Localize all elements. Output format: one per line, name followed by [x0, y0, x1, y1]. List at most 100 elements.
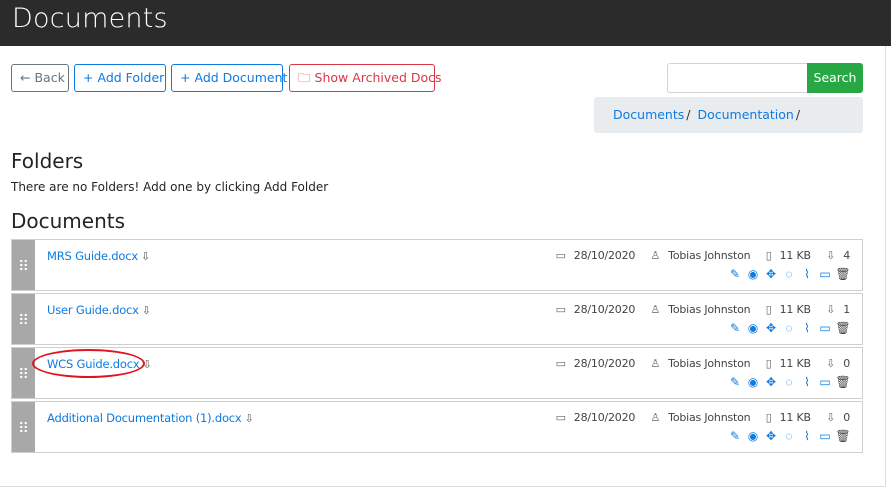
calendar-icon: ▭: [555, 249, 566, 262]
plus-icon: +: [83, 70, 94, 85]
document-link[interactable]: User Guide.docx ⇩: [47, 303, 151, 317]
document-link[interactable]: WCS Guide.docx ⇩: [47, 357, 152, 371]
arrow-left-icon: ←: [20, 70, 31, 85]
paperclip-icon[interactable]: ⌇: [798, 321, 816, 335]
search-input[interactable]: [667, 63, 808, 93]
document-name[interactable]: MRS Guide.docx: [47, 249, 138, 263]
calendar-icon: ▭: [555, 411, 566, 424]
search-button[interactable]: Search: [807, 63, 863, 93]
document-author: Tobias Johnston: [668, 411, 751, 424]
paperclip-icon[interactable]: ⌇: [798, 375, 816, 389]
grip-icon: [19, 367, 28, 379]
paperclip-icon[interactable]: ⌇: [798, 429, 816, 443]
add-document-button[interactable]: + Add Document: [171, 64, 287, 92]
document-name[interactable]: Additional Documentation (1).docx: [47, 411, 242, 425]
user-icon: ♙: [650, 411, 661, 424]
document-date: 28/10/2020: [573, 411, 636, 424]
documents-heading: Documents: [11, 209, 126, 233]
grip-icon: [19, 259, 28, 271]
document-meta: ▭ 28/10/2020 ♙ Tobias Johnston ▯ 11 KB ⇩ 4: [544, 249, 851, 262]
page-title: Documents: [12, 3, 168, 34]
trash-icon[interactable]: 🗑: [834, 267, 852, 281]
app-header: Documents: [0, 0, 891, 46]
document-link[interactable]: MRS Guide.docx ⇩: [47, 249, 150, 263]
document-date: 28/10/2020: [573, 303, 636, 316]
document-name[interactable]: WCS Guide.docx: [47, 357, 140, 371]
eye-icon[interactable]: ◉: [744, 267, 762, 281]
document-row: WCS Guide.docx ⇩ ▭ 28/10/2020 ♙ Tobias John…: [11, 347, 863, 399]
document-author: Tobias Johnston: [668, 249, 751, 262]
trash-icon[interactable]: 🗑: [834, 429, 852, 443]
file-icon: ▯: [765, 357, 772, 370]
grip-icon: [19, 313, 28, 325]
document-date: 28/10/2020: [573, 357, 636, 370]
pencil-icon[interactable]: ✎: [726, 267, 744, 281]
breadcrumb: Documents / Documentation /: [594, 97, 863, 133]
document-size: 11 KB: [779, 357, 811, 370]
drag-handle[interactable]: [12, 294, 35, 344]
folder-icon[interactable]: ▭: [816, 321, 834, 335]
plus-icon: +: [180, 70, 191, 85]
add-folder-button[interactable]: + Add Folder: [74, 64, 166, 92]
download-icon[interactable]: ⇩: [142, 358, 151, 371]
add-document-label: Add Document: [194, 70, 288, 85]
move-icon[interactable]: ✥: [762, 429, 780, 443]
paperclip-icon[interactable]: ⌇: [798, 267, 816, 281]
document-meta: ▭ 28/10/2020 ♙ Tobias Johnston ▯ 11 KB ⇩ 1: [544, 303, 851, 316]
document-meta: ▭ 28/10/2020 ♙ Tobias Johnston ▯ 11 KB ⇩ 0: [544, 357, 851, 370]
download-icon[interactable]: ⇩: [142, 304, 151, 317]
back-button-label: Back: [34, 70, 65, 85]
comment-icon[interactable]: ◌: [780, 429, 798, 443]
document-row: MRS Guide.docx ⇩ ▭ 28/10/2020 ♙ Tobias John…: [11, 239, 863, 291]
folders-heading: Folders: [11, 149, 84, 173]
document-meta: ▭ 28/10/2020 ♙ Tobias Johnston ▯ 11 KB ⇩ 0: [544, 411, 851, 424]
drag-handle[interactable]: [12, 402, 35, 452]
eye-icon[interactable]: ◉: [744, 375, 762, 389]
document-name[interactable]: User Guide.docx: [47, 303, 139, 317]
eye-icon[interactable]: ◉: [744, 321, 762, 335]
move-icon[interactable]: ✥: [762, 267, 780, 281]
trash-icon[interactable]: 🗑: [834, 375, 852, 389]
show-archived-label: Show Archived Docs: [314, 70, 442, 85]
folder-icon[interactable]: ▭: [816, 429, 834, 443]
comment-icon[interactable]: ◌: [780, 267, 798, 281]
move-icon[interactable]: ✥: [762, 321, 780, 335]
drag-handle[interactable]: [12, 240, 35, 290]
document-actions: ✎ ◉ ✥ ◌ ⌇ ▭ 🗑: [726, 429, 852, 443]
drag-handle[interactable]: [12, 348, 35, 398]
user-icon: ♙: [650, 303, 661, 316]
breadcrumb-separator: /: [686, 107, 691, 122]
user-icon: ♙: [650, 249, 661, 262]
pencil-icon[interactable]: ✎: [726, 321, 744, 335]
back-button[interactable]: ← Back: [11, 64, 69, 92]
file-icon: ▯: [765, 249, 772, 262]
download-count: 0: [843, 357, 850, 370]
folder-icon: 🗀: [298, 70, 311, 85]
breadcrumb-item-documentation[interactable]: Documentation: [697, 107, 793, 122]
eye-icon[interactable]: ◉: [744, 429, 762, 443]
grip-icon: [19, 421, 28, 433]
move-icon[interactable]: ✥: [762, 375, 780, 389]
pencil-icon[interactable]: ✎: [726, 429, 744, 443]
download-count: 1: [843, 303, 850, 316]
trash-icon[interactable]: 🗑: [834, 321, 852, 335]
show-archived-button[interactable]: 🗀 Show Archived Docs: [289, 64, 442, 92]
pencil-icon[interactable]: ✎: [726, 375, 744, 389]
calendar-icon: ▭: [555, 357, 566, 370]
comment-icon[interactable]: ◌: [780, 375, 798, 389]
download-count-icon: ⇩: [826, 357, 836, 370]
breadcrumb-item-documents[interactable]: Documents: [613, 107, 684, 122]
download-count: 0: [843, 411, 850, 424]
document-row: Additional Documentation (1).docx ⇩ ▭ 28/1…: [11, 401, 863, 453]
folder-icon[interactable]: ▭: [816, 375, 834, 389]
comment-icon[interactable]: ◌: [780, 321, 798, 335]
download-icon[interactable]: ⇩: [141, 250, 150, 263]
download-icon[interactable]: ⇩: [245, 412, 254, 425]
breadcrumb-separator: /: [795, 107, 801, 122]
document-link[interactable]: Additional Documentation (1).docx ⇩: [47, 411, 254, 425]
folder-icon[interactable]: ▭: [816, 267, 834, 281]
document-actions: ✎ ◉ ✥ ◌ ⌇ ▭ 🗑: [726, 267, 852, 281]
document-date: 28/10/2020: [573, 249, 636, 262]
document-size: 11 KB: [779, 249, 811, 262]
download-count-icon: ⇩: [826, 249, 836, 262]
